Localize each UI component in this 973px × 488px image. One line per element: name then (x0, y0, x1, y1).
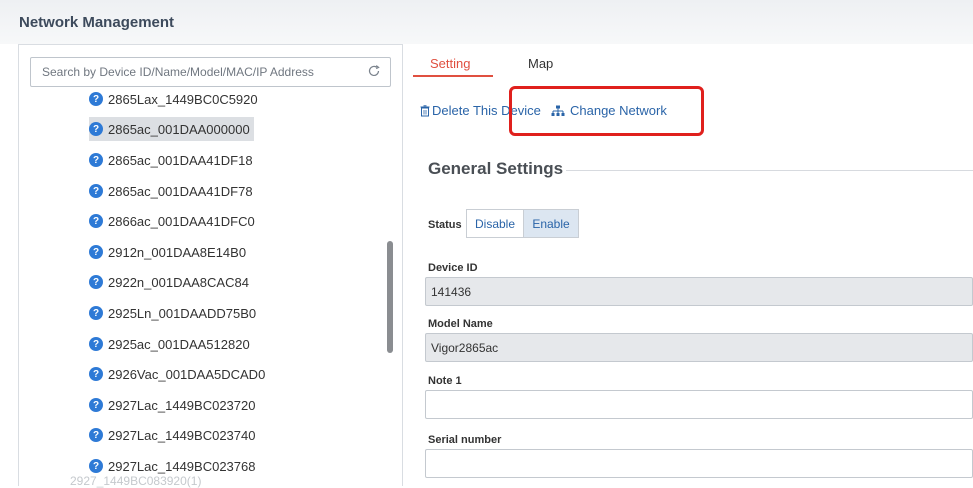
help-circle-icon: ? (89, 398, 103, 412)
section-divider (566, 170, 973, 171)
status-disable-button[interactable]: Disable (466, 209, 523, 238)
tab-map[interactable]: Map (528, 56, 553, 71)
help-circle-icon: ? (89, 153, 103, 167)
help-circle-icon: ? (89, 367, 103, 381)
device-item[interactable]: ? 2926Vac_001DAA5DCAD0 (89, 362, 265, 386)
device-item[interactable]: ? 2922n_001DAA8CAC84 (89, 270, 249, 294)
help-circle-icon: ? (89, 214, 103, 228)
device-item[interactable]: ? 2866ac_001DAA41DFC0 (89, 209, 255, 233)
device-item-selected[interactable]: ? 2865ac_001DAA000000 (89, 117, 254, 141)
device-item[interactable]: ? 2927Lac_1449BC023740 (89, 423, 255, 447)
page-title: Network Management (19, 14, 175, 31)
device-item[interactable]: ? 2925Ln_001DAADD75B0 (89, 301, 256, 325)
device-item[interactable]: ? 2912n_001DAA8E14B0 (89, 240, 246, 264)
device-label: 2865ac_001DAA41DF78 (108, 183, 253, 199)
device-label: 2926Vac_001DAA5DCAD0 (108, 366, 266, 382)
serial-number-label: Serial number (428, 434, 502, 446)
device-item[interactable]: ? 2927Lac_1449BC023720 (89, 393, 255, 417)
help-circle-icon: ? (89, 275, 103, 289)
model-name-label: Model Name (428, 318, 493, 330)
model-name-field: Vigor2865ac (425, 333, 973, 362)
help-circle-icon: ? (89, 459, 103, 473)
help-circle-icon: ? (89, 184, 103, 198)
device-label: 2865Lax_1449BC0C5920 (108, 91, 258, 107)
note1-input[interactable] (425, 390, 973, 419)
help-circle-icon: ? (89, 428, 103, 442)
device-item[interactable]: ? 2865ac_001DAA41DF78 (89, 179, 253, 203)
device-tree-panel: ? 2865Lax_1449BC0C5920 ? 2865ac_001DAA0000… (18, 44, 403, 486)
status-label: Status (428, 219, 462, 231)
device-label: 2866ac_001DAA41DFC0 (108, 213, 255, 229)
device-label: 2927Lac_1449BC023740 (108, 427, 256, 443)
device-label: 2925ac_001DAA512820 (108, 336, 250, 352)
device-id-label: Device ID (428, 262, 478, 274)
help-circle-icon: ? (89, 306, 103, 320)
device-settings-panel: Setting Map Delete This Device Change Ne… (403, 44, 973, 486)
device-id-field: 141436 (425, 277, 973, 306)
device-item[interactable]: ? 2865Lax_1449BC0C5920 (89, 87, 258, 111)
device-label: 2922n_001DAA8CAC84 (108, 274, 249, 290)
annotation-highlight-box (509, 86, 704, 136)
device-label: 2925Ln_001DAADD75B0 (108, 305, 257, 321)
device-label: 2865ac_001DAA000000 (108, 121, 250, 137)
serial-number-input[interactable] (425, 449, 973, 478)
device-label: 2927Lac_1449BC023720 (108, 397, 256, 413)
scrollbar-thumb[interactable] (387, 241, 393, 353)
tab-setting[interactable]: Setting (430, 56, 470, 71)
help-circle-icon: ? (89, 122, 103, 136)
help-circle-icon: ? (89, 337, 103, 351)
search-input[interactable] (31, 58, 362, 86)
help-circle-icon: ? (89, 92, 103, 106)
search-box (30, 57, 391, 87)
tab-bar: Setting Map (403, 44, 973, 78)
note1-label: Note 1 (428, 375, 462, 387)
device-item[interactable]: ? 2925ac_001DAA512820 (89, 332, 250, 356)
general-settings-title: General Settings (428, 159, 564, 178)
device-item[interactable]: ? 2865ac_001DAA41DF18 (89, 148, 253, 172)
help-circle-icon: ? (89, 245, 103, 259)
device-label: 2865ac_001DAA41DF18 (108, 152, 253, 168)
status-enable-button[interactable]: Enable (523, 209, 579, 238)
trash-icon (420, 104, 430, 116)
top-bar: Network Management (0, 0, 973, 44)
active-tab-indicator (413, 75, 493, 77)
device-label: 2912n_001DAA8E14B0 (108, 244, 247, 260)
refresh-icon[interactable] (367, 64, 381, 78)
device-label: 2927Lac_1449BC023768 (108, 458, 256, 474)
